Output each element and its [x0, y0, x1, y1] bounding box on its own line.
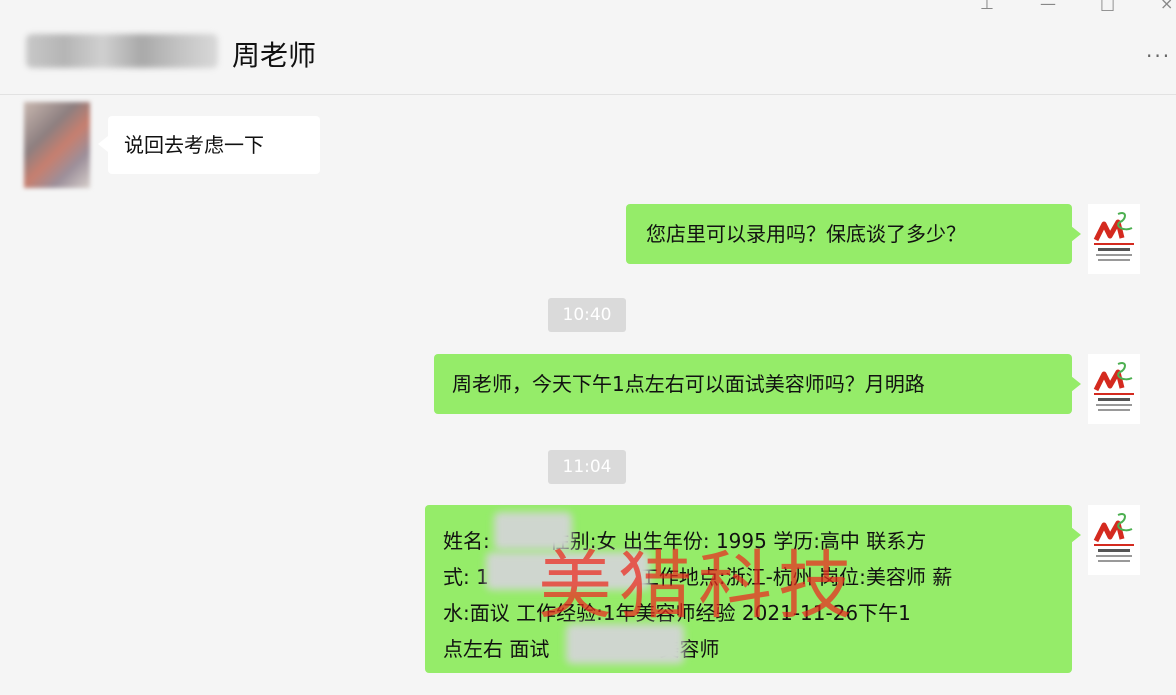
user-avatar-logo[interactable] — [1088, 505, 1140, 575]
m-logo-icon — [1093, 513, 1134, 562]
message-bubble[interactable]: 周老师，今天下午1点左右可以面试美容师吗？月明路 — [434, 354, 1072, 414]
bubble-tail — [1071, 527, 1081, 543]
watermark-text: 美猎科技 — [538, 543, 858, 629]
more-options-button[interactable]: ··· — [1146, 44, 1171, 68]
message-bubble[interactable]: 您店里可以录用吗？保底谈了多少？ — [626, 204, 1072, 264]
timestamp: 10:40 — [548, 298, 626, 332]
bubble-tail — [98, 136, 108, 152]
chat-title: 周老师 — [232, 39, 317, 72]
pin-icon[interactable]: ⊥ — [980, 0, 994, 13]
message-bubble[interactable]: 说回去考虑一下 — [108, 116, 320, 174]
message-text: 周老师，今天下午1点左右可以面试美容师吗？月明路 — [452, 372, 925, 396]
close-icon[interactable]: × — [1160, 0, 1173, 13]
chat-header: ⊥ — □ × 周老师 ··· — [0, 0, 1176, 95]
message-text: 说回去考虑一下 — [124, 133, 264, 157]
bubble-tail — [1071, 226, 1081, 242]
bubble-tail — [1071, 376, 1081, 392]
redacted-name — [26, 34, 218, 68]
contact-avatar[interactable] — [24, 102, 90, 188]
m-logo-icon — [1093, 212, 1134, 261]
maximize-icon[interactable]: □ — [1100, 0, 1115, 13]
message-text: 您店里可以录用吗？保底谈了多少？ — [646, 222, 966, 246]
user-avatar-logo[interactable] — [1088, 204, 1140, 274]
timestamp: 11:04 — [548, 450, 626, 484]
user-avatar-logo[interactable] — [1088, 354, 1140, 424]
m-logo-icon — [1093, 362, 1134, 411]
message-line: 点左右 面试 美容师 — [443, 637, 720, 661]
minimize-icon[interactable]: — — [1040, 0, 1056, 13]
